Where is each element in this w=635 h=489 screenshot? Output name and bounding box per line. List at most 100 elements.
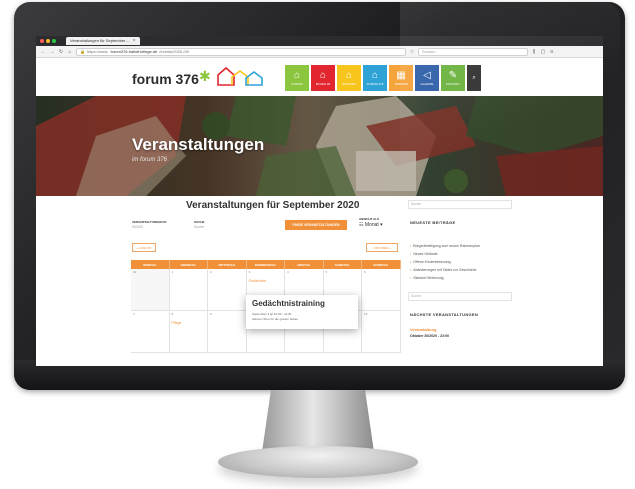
event-tooltip-description: Aktives Üben für die grauen Zellen — [252, 317, 299, 321]
date-filter-label: Veranstaltungen in — [132, 220, 167, 224]
event-tooltip-date: September 3 @ 10:00 - 11:30 — [252, 312, 292, 316]
menu-item-2[interactable]: ⌂ Wohnen — [337, 65, 361, 91]
calendar-day-cell[interactable]: 13 — [362, 311, 401, 352]
home-icon: ⌂ — [293, 70, 301, 81]
next-month-button[interactable]: Oktober » — [366, 243, 398, 252]
weekday-header: Montag — [131, 260, 170, 269]
menu-icon[interactable]: ≡ — [549, 49, 555, 55]
menu-item-label: Bauen 95 — [315, 82, 331, 86]
menu-item-0[interactable]: ⌂ forum — [285, 65, 309, 91]
calendar-day-cell[interactable]: 1 — [169, 269, 208, 310]
upcoming-event-title[interactable]: Veranstaltung — [410, 327, 510, 332]
menu-item-5[interactable]: ◁ Galerie — [415, 65, 439, 91]
minimize-window-icon[interactable] — [46, 39, 50, 43]
home-icon: ⌂ — [371, 70, 379, 81]
address-bar[interactable]: 🔒 https://www. forum376-hallothüringe.de /… — [76, 47, 406, 56]
pencil-icon: ✎ — [448, 70, 458, 81]
url-prefix: https://www. — [86, 48, 109, 54]
previous-month-button[interactable]: « August — [132, 243, 156, 252]
weekday-header: Donnerstag — [246, 260, 285, 269]
sidebar-search-input-2[interactable]: Suche — [408, 292, 512, 301]
monitor-screen: Veranstaltungen für September – × ← → ↻ … — [36, 36, 603, 366]
event-tooltip[interactable]: Gedächtnistraining September 3 @ 10:00 -… — [246, 295, 358, 329]
calendar-day-number: 6 — [364, 270, 366, 274]
recent-post-link[interactable]: Abänderungen mit Tablet zur Geschichte — [413, 268, 476, 272]
calendar-day-number: 31 — [133, 270, 137, 274]
extension-icon[interactable]: ▢ — [540, 49, 546, 55]
calendar-day-number: 5 — [325, 270, 328, 274]
close-tab-icon[interactable]: × — [133, 37, 136, 45]
menu-item-label: Wohnen — [342, 82, 356, 86]
recent-post-item[interactable]: • Standort Betreuung — [410, 274, 480, 282]
reload-icon[interactable]: ↻ — [58, 49, 64, 55]
maximize-window-icon[interactable] — [52, 39, 56, 43]
page-title: Veranstaltungen für September 2020 — [186, 200, 360, 211]
weekday-header: Freitag — [285, 260, 324, 269]
menu-item-label: Kontakt — [446, 82, 460, 86]
browser-search-input[interactable]: Suchen — [418, 47, 528, 56]
menu-item-4[interactable]: ▦ Termine — [389, 65, 413, 91]
calendar-icon: ☷ — [359, 222, 364, 228]
upcoming-event[interactable]: Veranstaltung Oktober 30/2020 - 22:00 — [410, 327, 510, 338]
calendar-day-cell[interactable]: 7 — [131, 311, 170, 352]
url-path: /events/2020-09/ — [159, 48, 190, 54]
browser-tab[interactable]: Veranstaltungen für September – × — [66, 37, 140, 45]
search-filter-input[interactable]: Suche — [194, 225, 204, 229]
weekday-header: Dienstag — [169, 260, 208, 269]
site-header: forum 376 ✱ ⌂ forum ⌂ Bauen 95 ⌂ Wohnen ⌂ Forum… — [36, 58, 603, 96]
forward-icon[interactable]: → — [49, 49, 55, 55]
chevron-down-icon: ▾ — [380, 222, 383, 228]
logo-figure-icon: ✱ — [199, 68, 211, 84]
event-tooltip-title: Gedächtnistraining — [252, 299, 325, 308]
bookmark-star-icon[interactable]: ☆ — [409, 49, 415, 55]
calendar-day-cell[interactable]: 6 — [362, 269, 401, 310]
events-content: Veranstaltungen für September 2020 Veran… — [36, 196, 603, 366]
browser-nav-bar: ← → ↻ ⌂ 🔒 https://www. forum376-hallothür… — [36, 46, 603, 58]
calendar-day-number: 7 — [133, 312, 135, 316]
search-icon[interactable]: ⌕ — [467, 65, 481, 91]
find-events-button[interactable]: Finde Veranstaltungen — [285, 220, 347, 230]
recent-post-link[interactable]: Standort Betreuung — [413, 276, 443, 280]
calendar-weekday-header: Montag Dienstag Mittwoch Donnerstag Freitag S… — [131, 260, 401, 269]
hero-banner: Veranstaltungen im forum 376 — [36, 96, 603, 196]
calendar-day-cell[interactable]: 8 Pflege — [169, 311, 208, 352]
recent-post-item[interactable]: • Abänderungen mit Tablet zur Geschichte — [410, 266, 480, 274]
hero-aerial-image — [36, 96, 603, 196]
calendar-day-cell[interactable]: 2 — [208, 269, 247, 310]
date-filter-input[interactable]: 9/2020 — [132, 225, 143, 229]
upcoming-event-date: Oktober 30/2020 - 22:00 — [410, 334, 450, 338]
back-icon[interactable]: ← — [40, 49, 46, 55]
calendar-day-number: 13 — [364, 312, 368, 316]
close-window-icon[interactable] — [40, 39, 44, 43]
recent-post-link[interactable]: Neues Gelände — [413, 252, 437, 256]
recent-post-item[interactable]: • Bürgerbeteiligung zum neuen Rahmenplan — [410, 242, 480, 250]
menu-item-3[interactable]: ⌂ Forum 376 — [363, 65, 387, 91]
view-select[interactable]: ☷ Monat ▾ — [359, 222, 383, 228]
calendar-day-cell[interactable]: 9 — [208, 311, 247, 352]
calendar-icon: ▦ — [396, 70, 406, 81]
recent-post-link[interactable]: Bürgerbeteiligung zum neuen Rahmenplan — [413, 244, 480, 248]
library-icon[interactable]: ⫼ — [531, 49, 537, 55]
weekday-header: Samstag — [323, 260, 362, 269]
calendar-day-number: 8 — [171, 312, 174, 316]
bullet-icon: • — [410, 276, 412, 280]
weekday-header: Sonntag — [362, 260, 401, 269]
site-logo-text[interactable]: forum 376 — [132, 71, 199, 87]
menu-item-6[interactable]: ✎ Kontakt — [441, 65, 465, 91]
megaphone-icon: ◁ — [423, 70, 431, 81]
sidebar-search-input[interactable]: Suche — [408, 200, 512, 209]
calendar-event-link[interactable]: Gedächtnis — [249, 279, 267, 283]
recent-post-item[interactable]: • Offene Kinderbetreuung — [410, 258, 480, 266]
bullet-icon: • — [410, 252, 412, 256]
calendar-day-cell[interactable]: 31 — [131, 269, 170, 310]
menu-item-1[interactable]: ⌂ Bauen 95 — [311, 65, 335, 91]
recent-posts-list: • Bürgerbeteiligung zum neuen Rahmenplan •… — [410, 242, 480, 282]
recent-post-item[interactable]: • Neues Gelände — [410, 250, 480, 258]
calendar-day-number: 3 — [248, 270, 251, 274]
recent-post-link[interactable]: Offene Kinderbetreuung — [413, 260, 450, 264]
view-label: Ansicht als — [359, 217, 380, 221]
calendar-event-link[interactable]: Pflege — [172, 321, 182, 325]
menu-item-label: forum — [291, 82, 303, 86]
home-icon[interactable]: ⌂ — [67, 49, 73, 55]
browser-tab-title: Veranstaltungen für September – — [70, 38, 129, 43]
